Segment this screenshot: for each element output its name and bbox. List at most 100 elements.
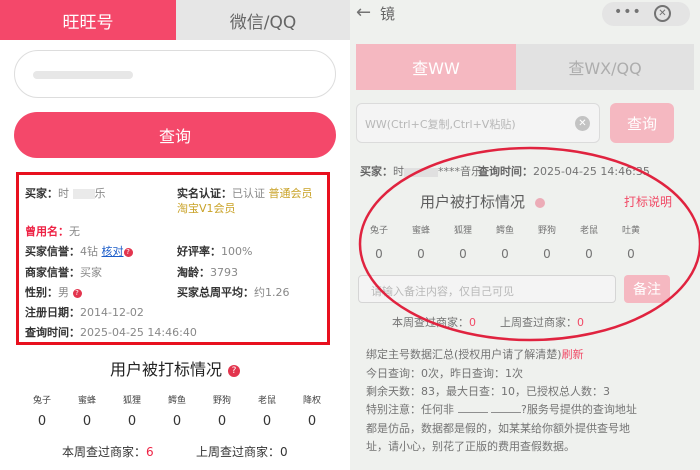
- register-date-label: 注册日期：: [25, 306, 80, 319]
- tab-query-wx-qq[interactable]: 查WX/QQ: [516, 44, 694, 90]
- mark-category: 野狗: [212, 396, 231, 406]
- mark-category: 野狗: [537, 226, 556, 236]
- seller-credit-row: 商家信誉：买家: [25, 264, 102, 280]
- buyer-suffix: ****音乐: [438, 165, 482, 178]
- former-name-value: 无: [69, 225, 80, 238]
- mark-category: 狐狸: [122, 396, 141, 406]
- weekly-average-row: 买家总周平均：约1.26: [177, 284, 290, 300]
- query-button[interactable]: 查询: [14, 112, 336, 158]
- blurred-input-value: [33, 71, 133, 79]
- gender-row: 性别：男 ?: [25, 284, 82, 300]
- mark-count: 0: [417, 247, 425, 261]
- this-week-row: 本周查过商家：6: [62, 443, 154, 460]
- tab-query-ww[interactable]: 查WW: [356, 44, 516, 90]
- marks-explanation-link[interactable]: 打标说明: [624, 193, 672, 210]
- buyer-info-box: 买家：时 乐 实名认证：已认证 普通会员 淘宝V1会员 曾用名：无 买家信誉：4…: [16, 172, 330, 345]
- left-panel: 旺旺号 微信/QQ 查询 买家：时 乐 实名认证：已认证 普通会员 淘宝V1会员…: [0, 0, 350, 470]
- help-icon[interactable]: ?: [123, 247, 133, 257]
- mini-program-capsule: ••• ✕: [602, 2, 690, 26]
- note-input[interactable]: 请输入备注内容，仅自己可见: [358, 275, 616, 303]
- mark-count: 0: [585, 247, 593, 261]
- mark-category: 蜜蜂: [77, 396, 96, 406]
- redacted-blank: [491, 404, 521, 413]
- account-input[interactable]: [14, 50, 336, 98]
- weekly-average-value: 约1.26: [254, 286, 290, 299]
- realname-value: 已认证: [232, 187, 265, 200]
- this-week-label: 本周查过商家：: [62, 445, 147, 459]
- ww-input[interactable]: WW(Ctrl+C复制,Ctrl+V粘贴) ✕: [356, 103, 600, 143]
- good-rate-value: 100%: [221, 245, 253, 258]
- seller-credit-label: 商家信誉：: [25, 266, 80, 279]
- last-week-label: 上周查过商家：: [196, 445, 281, 459]
- buyer-suffix: 乐: [94, 187, 106, 200]
- right-panel: ← 镜 ••• ✕ 查WW 查WX/QQ WW(Ctrl+C复制,Ctrl+V粘…: [350, 0, 700, 470]
- mini-program-nav-bar: ← 镜 ••• ✕: [350, 0, 700, 28]
- query-time-label: 查询时间：: [25, 326, 80, 339]
- buyer-label: 买家：: [360, 165, 393, 178]
- help-icon[interactable]: ?: [72, 288, 82, 298]
- register-date-value: 2014-12-02: [80, 306, 144, 319]
- taobao-age-row: 淘龄：3793: [177, 264, 238, 280]
- buyer-credit-value: 4钻: [80, 245, 98, 258]
- register-date-row: 注册日期：2014-12-02: [25, 304, 144, 320]
- seller-credit-value: 买家: [80, 266, 102, 279]
- last-week-value: 0: [280, 445, 288, 459]
- taobao-age-value: 3793: [210, 266, 238, 279]
- buyer-prefix: 时: [58, 187, 69, 200]
- query-button[interactable]: 查询: [610, 103, 674, 143]
- mark-count: 0: [543, 247, 551, 261]
- summary-line-2: 今日查询：0次，昨日查询：1次: [366, 367, 523, 380]
- mark-count: 0: [172, 414, 182, 429]
- former-name-label: 曾用名：: [25, 225, 69, 238]
- note-button[interactable]: 备注: [624, 275, 670, 303]
- mark-category: 老鼠: [257, 396, 276, 406]
- last-week-row: 上周查过商家：0: [196, 443, 288, 460]
- buyer-prefix: 时: [393, 165, 404, 178]
- gender-label: 性别：: [25, 286, 58, 299]
- mark-category: 鳄鱼: [167, 396, 186, 406]
- mark-category: 吐黄: [621, 226, 640, 236]
- mark-category: 老鼠: [579, 226, 598, 236]
- mark-count: 0: [459, 247, 467, 261]
- mark-count: 0: [262, 414, 272, 429]
- this-week-row: 本周查过商家：0: [392, 314, 476, 330]
- marks-title-text: 用户被打标情况: [109, 360, 222, 379]
- more-icon[interactable]: •••: [614, 4, 642, 20]
- tab-wangwang[interactable]: 旺旺号: [0, 0, 176, 40]
- last-week-value: 0: [577, 316, 584, 329]
- mark-count: 0: [127, 414, 137, 429]
- mark-count: 0: [307, 414, 317, 429]
- member-badge: 普通会员: [268, 187, 313, 200]
- last-week-row: 上周查过商家：0: [500, 314, 584, 330]
- buyer-row: 买家：时 乐: [25, 185, 106, 201]
- verify-link[interactable]: 核对: [102, 245, 124, 258]
- left-tab-bar: 旺旺号 微信/QQ: [0, 0, 350, 40]
- help-icon[interactable]: ?: [228, 364, 240, 377]
- help-icon[interactable]: [534, 197, 545, 208]
- close-icon[interactable]: ✕: [654, 5, 671, 22]
- this-week-value: 6: [146, 445, 154, 459]
- weekly-average-label: 买家总周平均：: [177, 286, 254, 299]
- mark-count: 0: [82, 414, 92, 429]
- query-time-row: 查询时间：2025-04-25 14:46:35: [478, 163, 650, 179]
- clear-icon[interactable]: ✕: [575, 116, 590, 131]
- taobao-member-badge: 淘宝V1会员: [177, 202, 236, 215]
- right-tab-bar: 查WW 查WX/QQ: [356, 44, 694, 90]
- buyer-credit-row: 买家信誉：4钻 核对?: [25, 243, 133, 259]
- buyer-row: 买家：时 ****音乐: [360, 163, 482, 179]
- tab-wechat-qq[interactable]: 微信/QQ: [176, 0, 350, 40]
- query-time-row: 查询时间：2025-04-25 14:46:40: [25, 324, 197, 340]
- summary-text: 特别注意：任何非: [366, 403, 454, 416]
- blurred-name: [404, 167, 438, 177]
- mark-category: 蜜蜂: [411, 226, 430, 236]
- mark-count: 0: [627, 247, 635, 261]
- back-arrow-icon[interactable]: ←: [356, 2, 371, 23]
- query-time-label: 查询时间：: [478, 165, 533, 178]
- marks-title-text: 用户被打标情况: [420, 193, 526, 211]
- query-time-value: 2025-04-25 14:46:35: [533, 165, 650, 178]
- summary-line-6: 址，请小心，别花了正版的费用查假数据。: [366, 440, 575, 453]
- summary-line-5: 都是仿品，数据都是假的，如某某给你额外提供查号地: [366, 422, 630, 435]
- marks-section-title: 用户被打标情况: [420, 191, 545, 212]
- this-week-value: 0: [469, 316, 476, 329]
- refresh-link[interactable]: 刷新: [562, 348, 584, 361]
